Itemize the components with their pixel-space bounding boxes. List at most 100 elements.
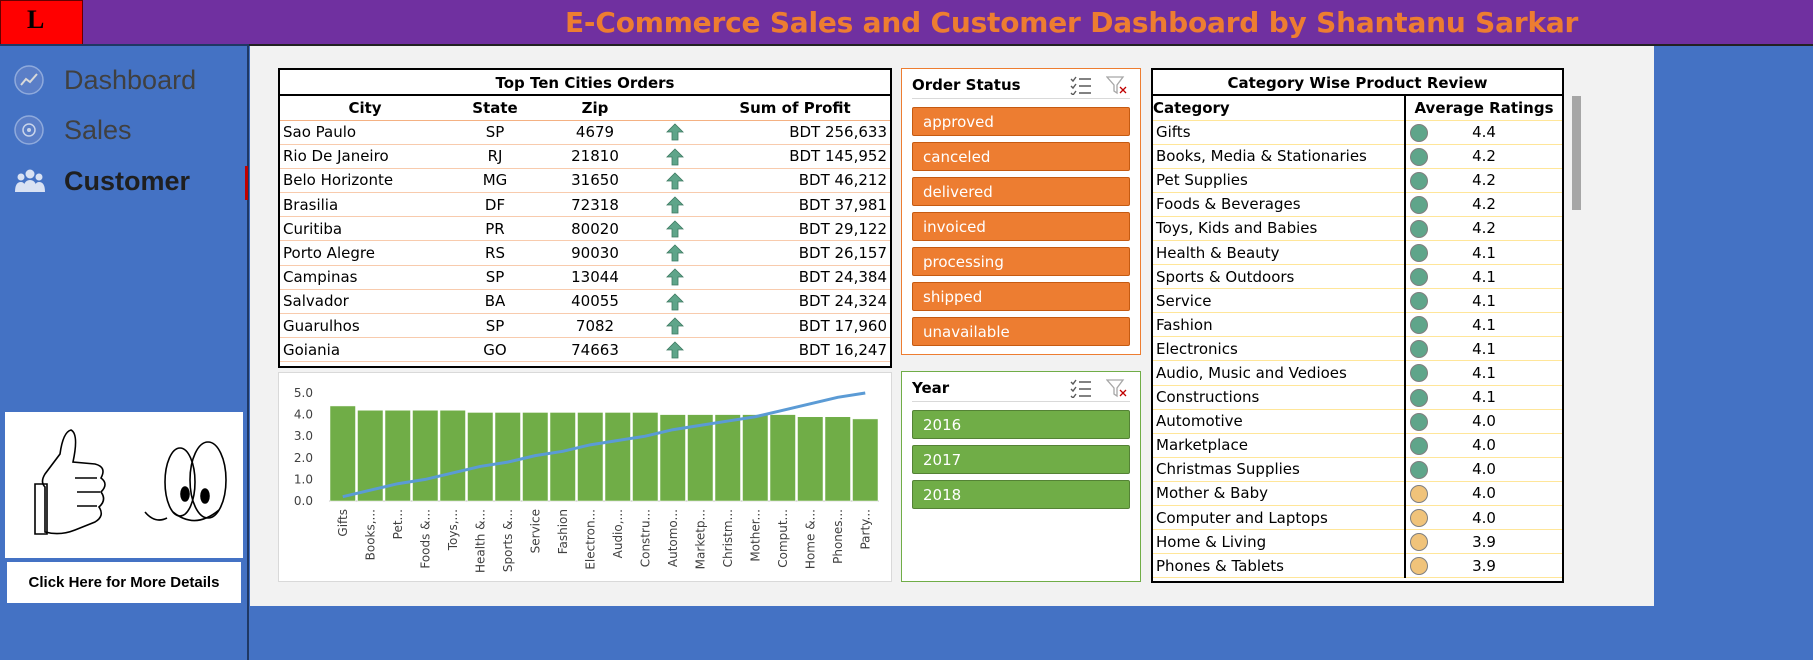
chart-bar[interactable]	[494, 412, 521, 502]
column-header[interactable]: Zip	[540, 96, 650, 121]
state-cell: GO	[450, 337, 540, 363]
slicer-item-year[interactable]: 2016	[912, 410, 1130, 439]
slicer-item-status[interactable]: processing	[912, 247, 1130, 276]
city-cell: Salvador	[280, 289, 450, 315]
table-row[interactable]: Pet Supplies 4.2	[1153, 168, 1562, 193]
rating-indicator-icon	[1410, 533, 1428, 552]
table-row[interactable]: Books, Media & Stationaries 4.2	[1153, 144, 1562, 169]
column-header[interactable]: Sum of Profit	[700, 96, 890, 121]
slicer-item-status[interactable]: invoiced	[912, 212, 1130, 241]
table-row[interactable]: Mother & Baby 4.0	[1153, 481, 1562, 507]
table-row[interactable]: Porto Alegre RS 90030 BDT 26,157	[280, 240, 890, 266]
table-row[interactable]: Home & Living 3.9	[1153, 529, 1562, 555]
chart-bar[interactable]	[439, 410, 466, 502]
chart-bar[interactable]	[549, 412, 576, 502]
x-tick-label: Service	[528, 509, 542, 553]
column-header[interactable]: Average Ratings	[1405, 96, 1562, 121]
slicer-item-status[interactable]: approved	[912, 107, 1130, 136]
table-row[interactable]: Curitiba PR 80020 BDT 29,122	[280, 216, 890, 242]
slicer-item-status[interactable]: canceled	[912, 142, 1130, 171]
table-row[interactable]: Gifts 4.4	[1153, 120, 1562, 145]
rating-indicator-icon	[1410, 243, 1428, 262]
category-cell: Constructions	[1153, 385, 1406, 410]
chart-bar[interactable]	[467, 412, 494, 502]
category-cell: Fashion	[1153, 312, 1406, 338]
table-row[interactable]: Toys, Kids and Babies 4.2	[1153, 216, 1562, 241]
sidebar-item-customer[interactable]: Customer	[14, 163, 190, 199]
city-cell: Sao Paulo	[280, 120, 450, 145]
vertical-scrollbar[interactable]	[1572, 96, 1581, 210]
table-row[interactable]: Sao Paulo SP 4679 BDT 256,633	[280, 120, 890, 145]
slicer-item-status[interactable]: delivered	[912, 177, 1130, 206]
rating-value: 3.9	[1472, 532, 1496, 551]
y-tick-label: 2.0	[294, 451, 313, 465]
table-row[interactable]: Marketplace 4.0	[1153, 433, 1562, 458]
chart-bar[interactable]	[412, 410, 439, 502]
column-header[interactable]: City	[280, 96, 450, 121]
chart-bar[interactable]	[632, 412, 659, 502]
category-cell: Audio, Music and Vedioes	[1153, 360, 1406, 386]
rating-cell: 4.0	[1405, 481, 1562, 507]
chart-bar[interactable]	[384, 410, 411, 502]
column-header[interactable]: State	[450, 96, 540, 121]
table-row[interactable]: Automotive 4.0	[1153, 409, 1562, 434]
rating-value: 4.1	[1472, 243, 1496, 262]
chart-bar[interactable]	[329, 405, 356, 502]
table-row[interactable]: Service 4.1	[1153, 288, 1562, 314]
clear-filter-icon[interactable]	[1106, 378, 1128, 398]
multi-select-icon[interactable]	[1070, 75, 1092, 95]
table-row[interactable]: Salvador BA 40055 BDT 24,324	[280, 289, 890, 315]
chart-bar[interactable]	[742, 414, 769, 502]
chart-bar[interactable]	[604, 412, 631, 502]
brand-logo[interactable]: L	[0, 0, 83, 46]
table-row[interactable]: Guarulhos SP 7082 BDT 17,960	[280, 313, 890, 339]
profit-cell: BDT 37,981	[700, 192, 890, 218]
slicer-item-year[interactable]: 2018	[912, 480, 1130, 509]
table-row[interactable]: Audio, Music and Vedioes 4.1	[1153, 360, 1562, 386]
arrow-cell	[650, 120, 700, 145]
sidebar-item-dashboard[interactable]: Dashboard	[14, 62, 196, 98]
table-row[interactable]: Fashion 4.1	[1153, 312, 1562, 338]
chart-bar[interactable]	[797, 416, 824, 502]
category-cell: Gifts	[1153, 120, 1406, 145]
rating-indicator-icon	[1410, 316, 1428, 335]
x-tick-label: Books,...	[363, 509, 377, 560]
table-row[interactable]: Christmas Supplies 4.0	[1153, 457, 1562, 482]
thumbs-up-eyes-icon[interactable]	[5, 412, 243, 558]
table-row[interactable]: Rio De Janeiro RJ 21810 BDT 145,952	[280, 144, 890, 169]
category-cell: Health & Beauty	[1153, 240, 1406, 266]
profit-cell: BDT 26,157	[700, 240, 890, 266]
table-row[interactable]: Constructions 4.1	[1153, 385, 1562, 410]
table-row[interactable]: Electronics 4.1	[1153, 336, 1562, 362]
clear-filter-icon[interactable]	[1106, 75, 1128, 95]
column-header[interactable]: Category	[1153, 96, 1406, 121]
sidebar-item-sales[interactable]: Sales	[14, 112, 132, 148]
table-row[interactable]: Foods & Beverages 4.2	[1153, 192, 1562, 217]
table-row[interactable]: Sports & Outdoors 4.1	[1153, 264, 1562, 290]
slicer-item-status[interactable]: unavailable	[912, 317, 1130, 346]
chart-bar[interactable]	[852, 418, 879, 502]
rating-value: 4.1	[1472, 388, 1496, 407]
slicer-item-status[interactable]: shipped	[912, 282, 1130, 311]
city-cell: Brasilia	[280, 192, 450, 218]
x-tick-label: Constru...	[638, 509, 652, 567]
table-row[interactable]: Brasilia DF 72318 BDT 37,981	[280, 192, 890, 218]
chart-bar[interactable]	[824, 416, 851, 502]
category-cell: Mother & Baby	[1153, 481, 1406, 507]
table-row[interactable]: Campinas SP 13044 BDT 24,384	[280, 265, 890, 290]
more-details-button[interactable]: Click Here for More Details	[5, 560, 243, 605]
chart-bar[interactable]	[714, 414, 741, 502]
slicer-item-year[interactable]: 2017	[912, 445, 1130, 474]
table-row[interactable]: Health & Beauty 4.1	[1153, 240, 1562, 266]
chart-bar[interactable]	[769, 414, 796, 502]
rating-indicator-icon	[1410, 171, 1428, 190]
table-row[interactable]: Phones & Tablets 3.9	[1153, 553, 1562, 579]
state-cell: RS	[450, 240, 540, 266]
table-row[interactable]: Computer and Laptops 4.0	[1153, 505, 1562, 531]
up-arrow-icon	[666, 341, 684, 359]
table-row[interactable]: Goiania GO 74663 BDT 16,247	[280, 337, 890, 363]
y-tick-label: 0.0	[294, 494, 313, 508]
multi-select-icon[interactable]	[1070, 378, 1092, 398]
table-row[interactable]: Belo Horizonte MG 31650 BDT 46,212	[280, 168, 890, 194]
chart-bar[interactable]	[577, 412, 604, 502]
